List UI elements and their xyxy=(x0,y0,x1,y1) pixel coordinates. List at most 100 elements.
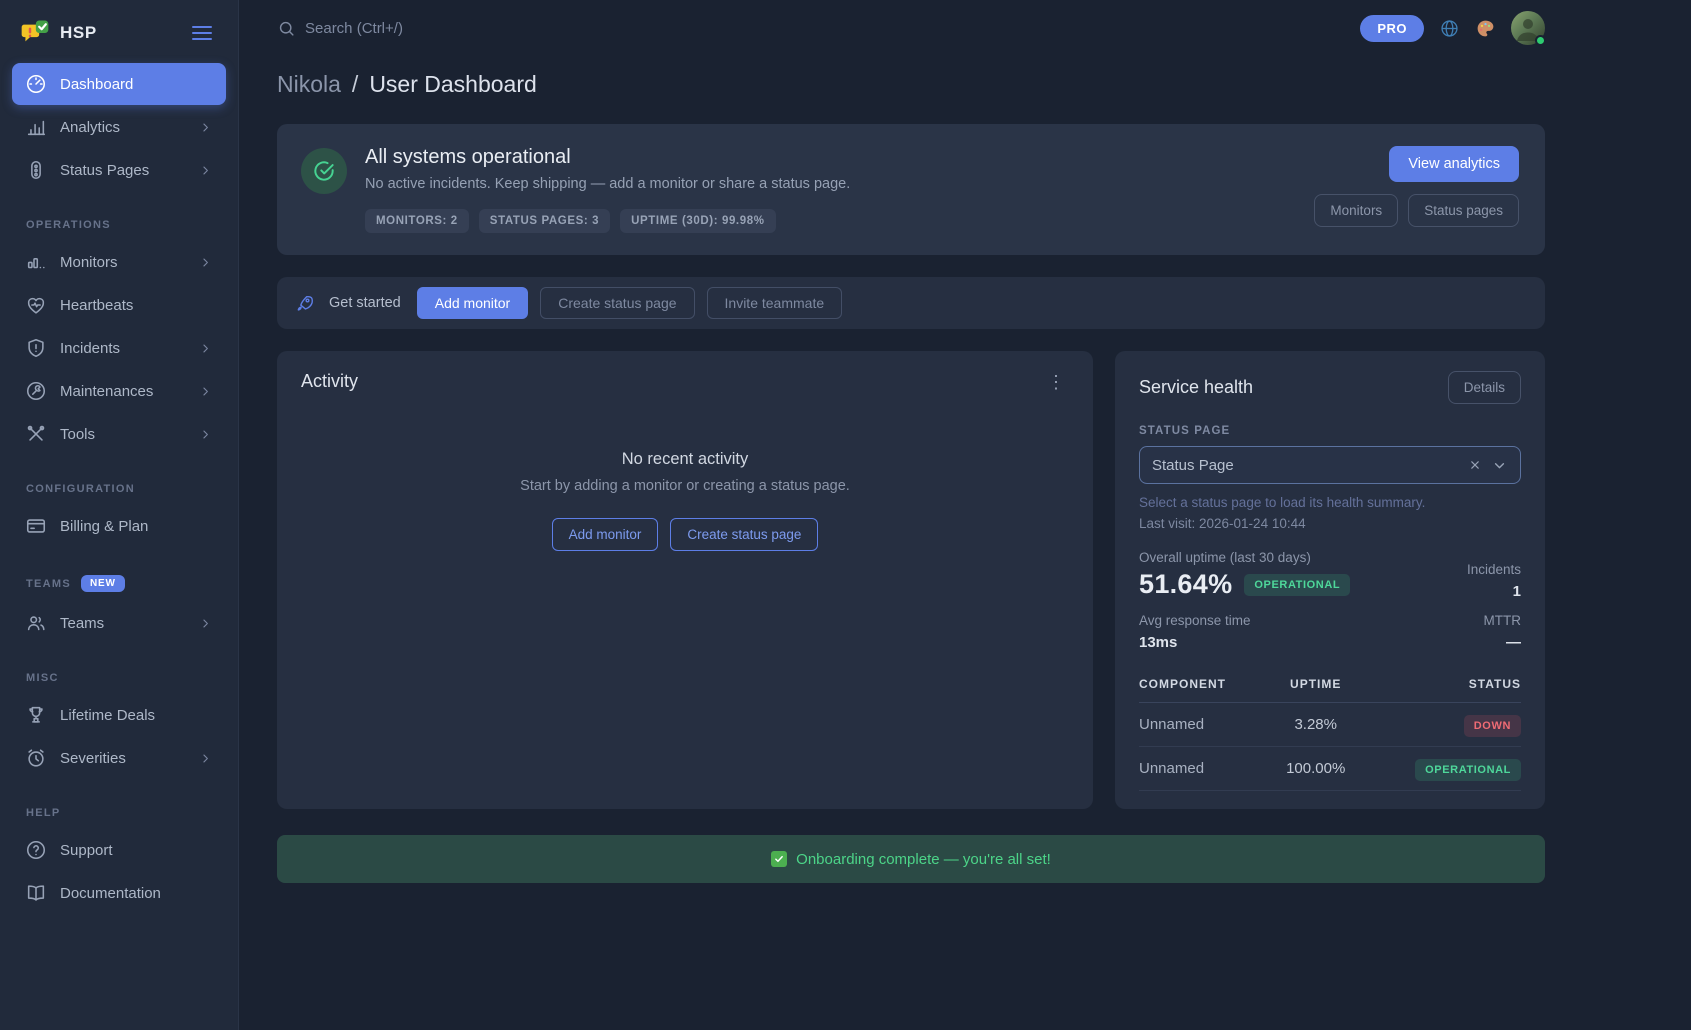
chevron-right-icon xyxy=(198,163,213,178)
sidebar-item-analytics[interactable]: Analytics xyxy=(12,106,226,148)
stat-badge: UPTIME (30D): 99.98% xyxy=(620,209,775,233)
stat-badge: STATUS PAGES: 3 xyxy=(479,209,610,233)
user-avatar[interactable] xyxy=(1511,11,1545,45)
hsp-logo-icon xyxy=(20,18,50,48)
main-area: Search (Ctrl+/) PRO xyxy=(239,0,1691,1030)
chevron-right-icon xyxy=(198,427,213,442)
uptime-value: 51.64% xyxy=(1139,569,1232,600)
incidents-label: Incidents xyxy=(1467,562,1521,577)
create-status-page-button[interactable]: Create status page xyxy=(540,287,694,319)
last-visit-text: Last visit: 2026-01-24 10:44 xyxy=(1139,516,1521,531)
sidebar-header: HSP xyxy=(0,14,238,62)
sidebar-item-dashboard[interactable]: Dashboard xyxy=(12,63,226,105)
component-status: DOWN xyxy=(1361,703,1521,747)
sidebar-item-tools[interactable]: Tools xyxy=(12,413,226,455)
search-icon xyxy=(277,19,296,38)
sidebar-item-severities[interactable]: Severities xyxy=(12,737,226,779)
rocket-icon xyxy=(295,293,315,313)
hero-title: All systems operational xyxy=(365,146,850,169)
sidebar-item-label: Severities xyxy=(60,750,126,767)
avg-response-value: 13ms xyxy=(1139,634,1251,651)
sidebar-item-label: Billing & Plan xyxy=(60,518,148,535)
online-status-dot xyxy=(1535,35,1546,46)
app-logo[interactable]: HSP xyxy=(20,18,97,48)
operational-check-icon xyxy=(301,148,347,194)
users-icon xyxy=(25,612,47,634)
check-icon xyxy=(771,851,787,867)
chevron-right-icon xyxy=(198,255,213,270)
table-row: Unnamed100.00%OPERATIONAL xyxy=(1139,747,1521,791)
status-page-select[interactable]: Status Page xyxy=(1139,446,1521,484)
trophy-icon xyxy=(25,704,47,726)
view-analytics-button[interactable]: View analytics xyxy=(1389,146,1519,182)
component-status: OPERATIONAL xyxy=(1361,747,1521,791)
status-hero-card: All systems operational No active incide… xyxy=(277,124,1545,255)
sidebar-heading-help: HELP xyxy=(26,807,212,819)
app-root: HSP Dashboard Analytics Status Pages OPERAT… xyxy=(0,0,1691,1030)
kebab-menu-icon[interactable]: ⋮ xyxy=(1043,373,1069,391)
invite-teammate-button[interactable]: Invite teammate xyxy=(707,287,843,319)
sidebar-item-label: Lifetime Deals xyxy=(60,707,155,724)
sidebar-item-heartbeats[interactable]: Heartbeats xyxy=(12,284,226,326)
sidebar-item-label: Tools xyxy=(60,426,95,443)
chevron-right-icon xyxy=(198,751,213,766)
component-uptime: 3.28% xyxy=(1271,703,1361,747)
chevron-right-icon xyxy=(198,120,213,135)
sidebar-item-label: Status Pages xyxy=(60,162,149,179)
status-badge: DOWN xyxy=(1464,715,1521,737)
sidebar-item-lifetime-deals[interactable]: Lifetime Deals xyxy=(12,694,226,736)
clear-selection-icon[interactable] xyxy=(1468,458,1482,472)
table-header-status: STATUS xyxy=(1361,667,1521,703)
service-health-card: Service health Details STATUS PAGE Statu… xyxy=(1115,351,1545,809)
uptime-label: Overall uptime (last 30 days) xyxy=(1139,550,1350,565)
get-started-actions: Add monitor Create status page Invite team… xyxy=(417,287,842,319)
sidebar-heading-configuration: CONFIGURATION xyxy=(26,483,212,495)
sidebar-heading-teams: TEAMSNEW xyxy=(26,575,212,592)
sidebar-item-status-pages[interactable]: Status Pages xyxy=(12,149,226,191)
mttr-value: — xyxy=(1484,634,1522,651)
incidents-value: 1 xyxy=(1467,583,1521,600)
breadcrumb-parent[interactable]: Nikola xyxy=(277,71,341,98)
sidebar-item-incidents[interactable]: Incidents xyxy=(12,327,226,369)
uptime-status-badge: OPERATIONAL xyxy=(1244,574,1350,596)
monitor-icon xyxy=(25,251,47,273)
maint-icon xyxy=(25,380,47,402)
create-status-page-button[interactable]: Create status page xyxy=(670,518,818,551)
table-header-component: COMPONENT xyxy=(1139,667,1271,703)
sidebar-item-support[interactable]: Support xyxy=(12,829,226,871)
sidebar-item-maintenances[interactable]: Maintenances xyxy=(12,370,226,412)
sidebar-item-teams[interactable]: Teams xyxy=(12,602,226,644)
components-table: COMPONENTUPTIMESTATUS Unnamed3.28%DOWNUn… xyxy=(1139,667,1521,791)
empty-state-subtitle: Start by adding a monitor or creating a … xyxy=(301,478,1069,494)
sidebar-heading-operations: OPERATIONS xyxy=(26,219,212,231)
stat-badge: MONITORS: 2 xyxy=(365,209,469,233)
sidebar-item-documentation[interactable]: Documentation xyxy=(12,872,226,914)
onboarding-banner: Onboarding complete — you're all set! xyxy=(277,835,1545,883)
menu-toggle-icon[interactable] xyxy=(188,22,216,44)
sidebar-nav: Dashboard Analytics Status Pages OPERATIONS… xyxy=(0,63,238,914)
theme-palette-icon[interactable] xyxy=(1475,18,1496,39)
monitors-button[interactable]: Monitors xyxy=(1314,194,1398,227)
component-uptime: 100.00% xyxy=(1271,747,1361,791)
sidebar: HSP Dashboard Analytics Status Pages OPERAT… xyxy=(0,0,239,1030)
chevron-down-icon[interactable] xyxy=(1491,457,1508,474)
sidebar-item-monitors[interactable]: Monitors xyxy=(12,241,226,283)
language-globe-icon[interactable] xyxy=(1439,18,1460,39)
add-monitor-button[interactable]: Add monitor xyxy=(552,518,659,551)
clock-icon xyxy=(25,747,47,769)
pro-badge: PRO xyxy=(1360,15,1424,42)
add-monitor-button[interactable]: Add monitor xyxy=(417,287,528,319)
hero-subtitle: No active incidents. Keep shipping — add… xyxy=(365,176,850,192)
status-badge: OPERATIONAL xyxy=(1415,759,1521,781)
sidebar-item-label: Analytics xyxy=(60,119,120,136)
status-pages-button[interactable]: Status pages xyxy=(1408,194,1519,227)
sidebar-item-billing-plan[interactable]: Billing & Plan xyxy=(12,505,226,547)
chevron-right-icon xyxy=(198,341,213,356)
select-helper-text: Select a status page to load its health … xyxy=(1139,495,1521,510)
search-input[interactable]: Search (Ctrl+/) xyxy=(277,19,403,38)
sidebar-item-label: Teams xyxy=(60,615,104,632)
details-button[interactable]: Details xyxy=(1448,371,1521,404)
get-started-label: Get started xyxy=(329,295,401,311)
sidebar-item-label: Documentation xyxy=(60,885,161,902)
activity-empty-state: No recent activity Start by adding a mon… xyxy=(301,450,1069,551)
